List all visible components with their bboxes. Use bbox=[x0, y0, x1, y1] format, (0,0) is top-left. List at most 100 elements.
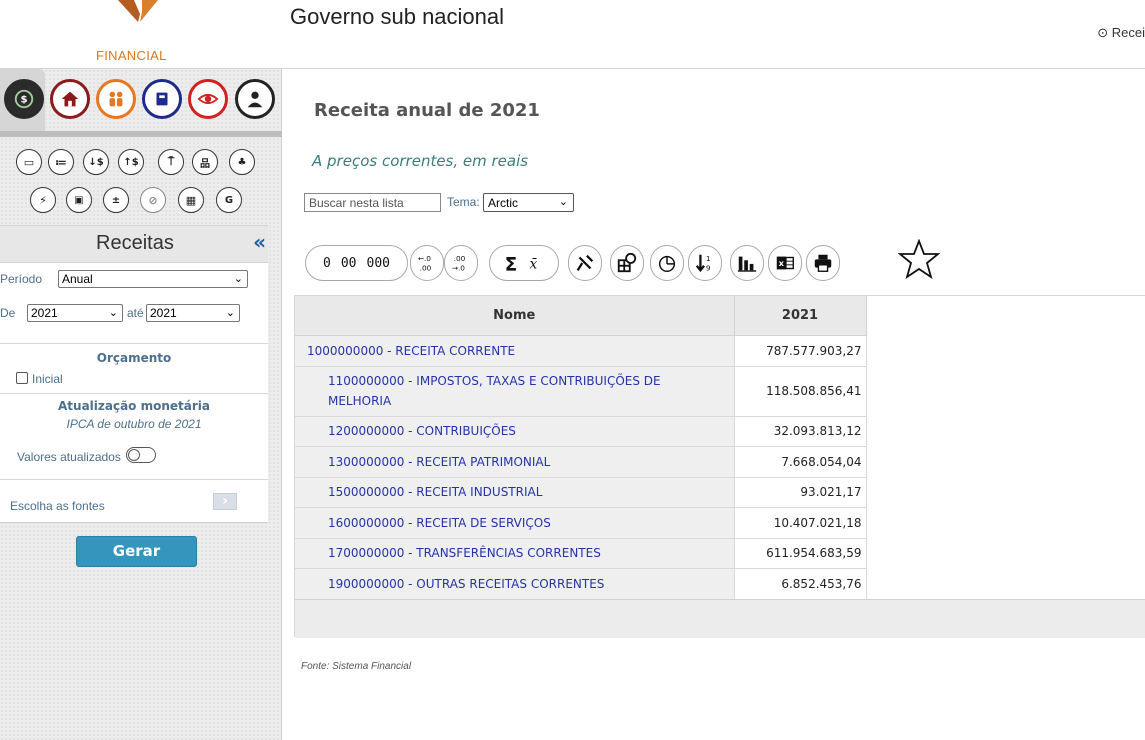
sub-icon-grid: ▭ ≔ ↓$ ↑$ ⍑ 品 ♣ ⚡ ▣ ± ⊘ ▦ G bbox=[8, 145, 273, 221]
filter-form: Período Anual ⌄ De 2021 ⌄ até 2021 ⌄ Orçame… bbox=[0, 263, 268, 523]
valores-atualizados-toggle[interactable] bbox=[126, 447, 156, 463]
satellite-icon[interactable]: ⊘ bbox=[140, 187, 166, 213]
calculator-icon[interactable]: ± bbox=[103, 187, 129, 213]
id-card-icon[interactable]: ▣ bbox=[66, 187, 92, 213]
table-row: 1200000000 - CONTRIBUIÇÕES 32.093.813,12 bbox=[295, 416, 867, 447]
receitas-table: Nome 2021 1000000000 - RECEITA CORRENTE … bbox=[295, 296, 867, 600]
ate-select[interactable]: 2021 ⌄ bbox=[146, 304, 240, 322]
inicial-label: Inicial bbox=[32, 372, 63, 386]
svg-text:.00: .00 bbox=[454, 254, 466, 263]
chevron-down-icon: ⌄ bbox=[108, 307, 118, 319]
user-icon[interactable] bbox=[235, 79, 275, 119]
svg-text:x: x bbox=[779, 258, 785, 268]
sort-ascending-icon[interactable]: 19 bbox=[688, 245, 722, 281]
org-chart-icon[interactable]: ♣ bbox=[229, 149, 255, 175]
decimal-format-group: 0 00 000 bbox=[305, 245, 408, 281]
receitas-panel-header: Receitas « bbox=[0, 225, 268, 263]
money-cycle-icon[interactable]: $ bbox=[4, 79, 44, 119]
calendar-icon[interactable]: ▦ bbox=[178, 187, 204, 213]
list-icon[interactable]: ≔ bbox=[48, 149, 74, 175]
top-icon-bar-underline bbox=[0, 131, 282, 137]
format-0-button[interactable]: 0 bbox=[318, 256, 336, 271]
report-subtitle: A preços correntes, em reais bbox=[312, 152, 529, 170]
row-nome-link[interactable]: 1500000000 - RECEITA INDUSTRIAL bbox=[295, 477, 735, 508]
row-nome-link[interactable]: 1100000000 - IMPOSTOS, TAXAS E CONTRIBUI… bbox=[295, 366, 735, 417]
svg-text:$: $ bbox=[20, 95, 27, 106]
grid-settings-icon[interactable] bbox=[610, 245, 644, 281]
home-icon[interactable] bbox=[50, 79, 90, 119]
book-icon[interactable] bbox=[142, 79, 182, 119]
ipca-label: IPCA de outubro de 2021 bbox=[66, 417, 202, 431]
ate-label: até bbox=[127, 306, 144, 320]
chevron-down-icon: ⌄ bbox=[558, 196, 568, 208]
receitas-title: Receitas bbox=[96, 232, 174, 254]
chevron-down-icon: ⌄ bbox=[233, 273, 243, 285]
row-nome-link[interactable]: 1600000000 - RECEITA DE SERVIÇOS bbox=[295, 507, 735, 539]
g-icon[interactable]: G bbox=[216, 187, 242, 213]
decrease-decimal-icon[interactable]: ←.0.00 bbox=[410, 245, 444, 281]
up-money-icon[interactable]: ↑$ bbox=[118, 149, 144, 175]
row-nome-link[interactable]: 1300000000 - RECEITA PATRIMONIAL bbox=[295, 446, 735, 478]
inicial-checkbox[interactable] bbox=[16, 372, 28, 384]
divider bbox=[0, 343, 268, 344]
average-icon[interactable]: x̄ bbox=[524, 252, 546, 274]
row-valor: 93.021,17 bbox=[734, 477, 867, 508]
table-row: 1100000000 - IMPOSTOS, TAXAS E CONTRIBUI… bbox=[295, 366, 867, 417]
row-valor: 787.577.903,27 bbox=[734, 335, 867, 367]
periodo-value: Anual bbox=[62, 272, 93, 286]
svg-text:1: 1 bbox=[706, 254, 711, 263]
receitas-table-container: Nome 2021 1000000000 - RECEITA CORRENTE … bbox=[294, 295, 1145, 638]
svg-text:x̄: x̄ bbox=[530, 257, 538, 273]
recent-link[interactable]: ⊙ Recei bbox=[1097, 25, 1145, 41]
atualizacao-label: Atualização monetária bbox=[58, 399, 210, 413]
plug-icon[interactable]: ⚡ bbox=[30, 187, 56, 213]
table-empty-area bbox=[866, 296, 1145, 599]
source-note: Fonte: Sistema Financial bbox=[301, 661, 412, 672]
print-icon[interactable] bbox=[806, 245, 840, 281]
valores-atualizados-label: Valores atualizados bbox=[17, 450, 121, 464]
periodo-select[interactable]: Anual ⌄ bbox=[58, 270, 248, 288]
people-icon[interactable] bbox=[96, 79, 136, 119]
tema-select[interactable]: Arctic ⌄ bbox=[483, 193, 574, 212]
screen-icon[interactable]: ▭ bbox=[16, 149, 42, 175]
pie-chart-icon[interactable] bbox=[650, 245, 684, 281]
financial-logo-mark bbox=[118, 0, 158, 22]
row-nome-link[interactable]: 1200000000 - CONTRIBUIÇÕES bbox=[295, 416, 735, 447]
sum-icon[interactable]: Σ bbox=[502, 252, 524, 274]
gerar-button[interactable]: Gerar bbox=[76, 536, 197, 567]
column-header-2021[interactable]: 2021 bbox=[734, 296, 867, 336]
table-row: 1500000000 - RECEITA INDUSTRIAL 93.021,1… bbox=[295, 477, 867, 508]
report-title: Receita anual de 2021 bbox=[314, 100, 540, 121]
de-select[interactable]: 2021 ⌄ bbox=[27, 304, 123, 322]
down-money-icon[interactable]: ↓$ bbox=[83, 149, 109, 175]
svg-text:→.0: →.0 bbox=[452, 263, 465, 272]
divider bbox=[0, 393, 268, 394]
column-header-nome[interactable]: Nome bbox=[295, 296, 735, 336]
row-valor: 7.668.054,04 bbox=[734, 446, 867, 478]
plug-filter-icon[interactable] bbox=[568, 245, 602, 281]
hierarchy-icon[interactable]: 品 bbox=[192, 149, 218, 175]
table-row: 1600000000 - RECEITA DE SERVIÇOS 10.407.… bbox=[295, 507, 867, 539]
row-nome-link[interactable]: 1700000000 - TRANSFERÊNCIAS CORRENTES bbox=[295, 538, 735, 569]
row-valor: 611.954.683,59 bbox=[734, 538, 867, 569]
periodo-label: Período bbox=[0, 272, 43, 286]
format-000-button[interactable]: 000 bbox=[362, 256, 395, 271]
row-nome-link[interactable]: 1000000000 - RECEITA CORRENTE bbox=[295, 335, 735, 367]
bar-chart-icon[interactable] bbox=[730, 245, 764, 281]
row-nome-link[interactable]: 1900000000 - OUTRAS RECEITAS CORRENTES bbox=[295, 568, 735, 600]
logo-text: FINANCIAL bbox=[96, 48, 167, 63]
favorite-star-icon[interactable] bbox=[898, 239, 940, 279]
toggle-knob bbox=[128, 449, 140, 461]
de-value: 2021 bbox=[31, 306, 58, 320]
signpost-icon[interactable]: ⍑ bbox=[158, 149, 184, 175]
fontes-expand-button[interactable]: › bbox=[213, 493, 237, 510]
svg-text:←.0: ←.0 bbox=[418, 254, 431, 263]
excel-export-icon[interactable]: x bbox=[768, 245, 802, 281]
eye-icon[interactable] bbox=[188, 79, 228, 119]
format-00-button[interactable]: 00 bbox=[336, 256, 362, 271]
search-input[interactable]: Buscar nesta lista bbox=[304, 193, 441, 212]
top-icon-bar: $ bbox=[0, 69, 282, 137]
collapse-sidebar-icon[interactable]: « bbox=[253, 230, 266, 254]
increase-decimal-icon[interactable]: .00 →.0 bbox=[444, 245, 478, 281]
tema-label: Tema: bbox=[447, 195, 480, 209]
